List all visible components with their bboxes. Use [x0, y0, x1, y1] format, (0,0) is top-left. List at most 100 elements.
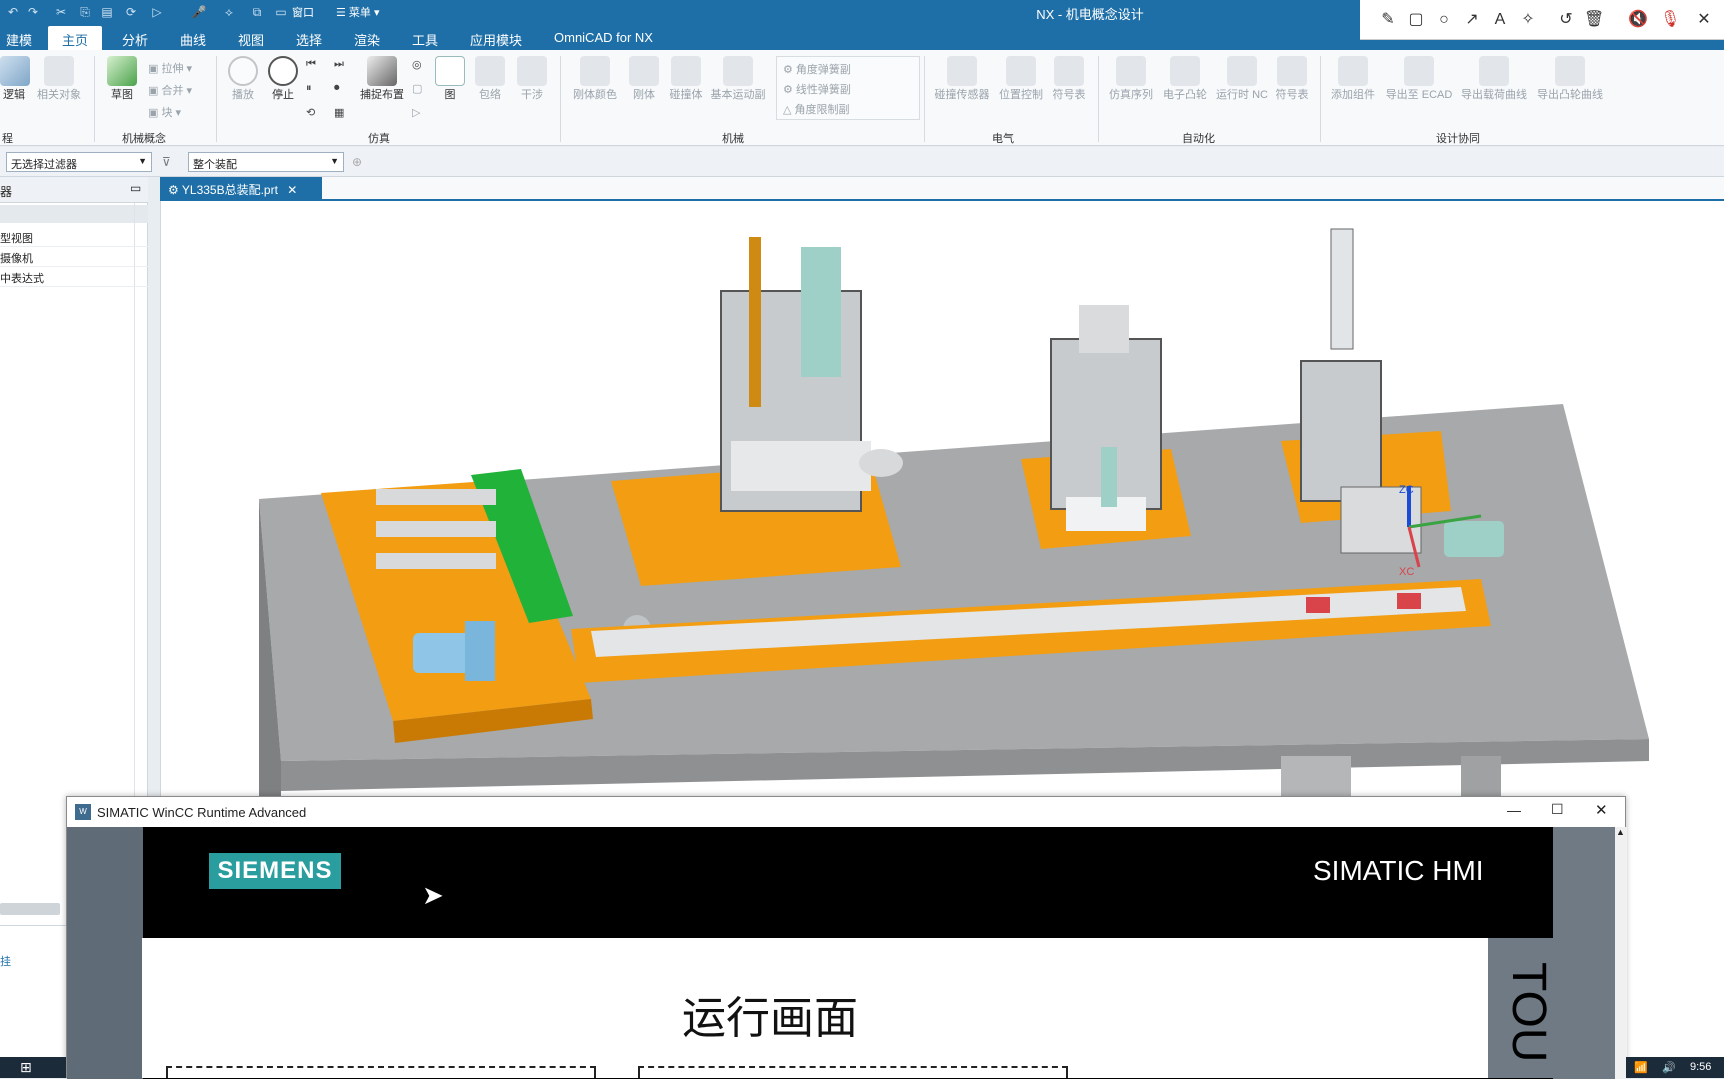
graph-button[interactable]: 图 — [432, 56, 468, 102]
stop-button[interactable]: 停止 — [266, 56, 300, 102]
layout-icon[interactable]: ▦ — [334, 106, 344, 119]
xc-label: XC — [1399, 566, 1414, 578]
rail — [376, 489, 496, 505]
record-icon[interactable]: ⏺ — [334, 82, 340, 95]
merge-button[interactable]: ▣ 合并 ▾ — [148, 82, 192, 98]
logic-label: 逻辑 — [3, 89, 25, 101]
position-control-button[interactable]: 位置控制 — [996, 56, 1046, 102]
logic-button[interactable]: 逻辑 — [0, 56, 30, 102]
step-forward-icon[interactable]: ⏭ — [334, 58, 344, 71]
selection-filter-dropdown[interactable]: 无选择过滤器 ▼ — [6, 152, 152, 172]
export-cam-curve-button[interactable]: 导出凸轮曲线 — [1534, 56, 1606, 102]
tab-curve[interactable]: 曲线 — [180, 30, 206, 49]
close-tab-icon[interactable]: ✕ — [287, 183, 297, 197]
tab-omnicad[interactable]: OmniCAD for NX — [554, 30, 653, 45]
column-divider — [134, 203, 135, 853]
minimize-icon[interactable]: — — [1507, 802, 1521, 818]
group-electrical-label: 电气 — [992, 133, 1014, 145]
play-button[interactable]: 播放 — [226, 56, 260, 102]
body-color-button[interactable]: 刚体颜色 — [570, 56, 620, 102]
workpiece — [859, 449, 903, 477]
linear-spring-button[interactable]: ⚙ 线性弹簧副 — [783, 81, 851, 97]
close-icon[interactable]: ✕ — [1694, 10, 1714, 30]
tab-home[interactable]: 主页 — [48, 26, 103, 50]
tab-analysis[interactable]: 分析 — [122, 30, 148, 49]
target-icon[interactable]: ◎ — [412, 58, 422, 71]
assembly-scope-value: 整个装配 — [193, 159, 237, 171]
task-view-icon[interactable]: ⊞ — [20, 1059, 32, 1076]
filter-icon[interactable]: ⊽ — [162, 155, 171, 169]
electronic-cam-button[interactable]: 电子凸轮 — [1160, 56, 1210, 102]
maximize-icon[interactable]: ☐ — [1551, 801, 1564, 818]
hmi-screen: 运行画面 TOU — [142, 938, 1556, 1078]
rectangle-icon[interactable]: ▢ — [1406, 10, 1426, 30]
tab-view[interactable]: 视图 — [238, 30, 264, 49]
network-icon[interactable]: 📶 — [1634, 1061, 1648, 1074]
symbol-table-button[interactable]: 符号表 — [1050, 56, 1088, 102]
add-component-label: 添加组件 — [1331, 89, 1375, 101]
related-objects-button[interactable]: 相关对象 — [34, 56, 84, 102]
rigid-body-button[interactable]: 刚体 — [626, 56, 662, 102]
text-icon[interactable]: A — [1490, 10, 1510, 30]
extrude-button[interactable]: ▣ 拉伸 ▾ — [148, 60, 192, 76]
snap-point-icon[interactable]: ⊕ — [352, 155, 362, 169]
details-link[interactable]: 挂 — [0, 953, 11, 969]
tab-render[interactable]: 渲染 — [354, 30, 380, 49]
limit-block — [1397, 593, 1421, 609]
merge-label: 合并 — [161, 85, 184, 97]
collision-body-button[interactable]: 碰撞体 — [666, 56, 706, 102]
runtime-nc-icon — [1227, 56, 1257, 86]
taskbar: ⊞ — [0, 1057, 66, 1078]
export-ecad-button[interactable]: 导出至 ECAD — [1384, 56, 1454, 102]
volume-icon[interactable]: 🔊 — [1662, 1061, 1676, 1074]
pen-icon[interactable]: ✎ — [1378, 10, 1398, 30]
tab-tools[interactable]: 工具 — [412, 30, 438, 49]
rewind-icon[interactable]: ⏮ — [306, 58, 316, 71]
circle-icon[interactable]: ○ — [1434, 10, 1454, 30]
tree-item[interactable]: 摄像机 — [0, 247, 148, 267]
clock[interactable]: 9:56 — [1690, 1061, 1711, 1073]
interference-button[interactable]: 干涉 — [514, 56, 550, 102]
speaker-mute-icon[interactable]: 🔇 — [1628, 10, 1648, 30]
tab-application[interactable]: 应用模块 — [470, 30, 522, 49]
block-button[interactable]: ▣ 块 ▾ — [148, 104, 181, 120]
angle-limit-button[interactable]: △ 角度限制副 — [783, 101, 850, 117]
mic-mute-icon[interactable]: 🎙 — [1660, 10, 1680, 30]
basic-motion-button[interactable]: 基本运动副 — [708, 56, 768, 102]
arrow-icon[interactable]: ↗ — [1462, 10, 1482, 30]
tab-modeling[interactable]: 建模 — [6, 30, 32, 49]
vertical-scrollbar[interactable]: ▲ — [1615, 827, 1627, 1079]
tree-item[interactable]: 中表达式 — [0, 267, 148, 287]
scroll-up-icon[interactable]: ▲ — [1616, 827, 1625, 837]
maximize-panel-icon[interactable]: ▭ — [130, 181, 141, 195]
group-mechanical-label: 机械 — [722, 133, 744, 145]
collision-sensor-button[interactable]: 碰撞传感器 — [932, 56, 992, 102]
envelope-button[interactable]: 包络 — [472, 56, 508, 102]
tree-item[interactable]: 型视图 — [0, 227, 148, 247]
assembly-scope-dropdown[interactable]: 整个装配 ▼ — [188, 152, 344, 172]
dropdown-arrow-icon: ▼ — [138, 156, 147, 166]
snapshot-icon[interactable]: ⟲ — [306, 106, 315, 119]
annotation-toolbar: ✎ ▢ ○ ↗ A ✧ ↺ 🗑 🔇 🎙 ✕ — [1360, 0, 1724, 40]
separator — [1098, 56, 1099, 142]
tab-select[interactable]: 选择 — [296, 30, 322, 49]
square-icon[interactable]: ▢ — [412, 82, 422, 95]
pause-icon[interactable]: ⏸ — [306, 82, 312, 95]
sim-sequence-button[interactable]: 仿真序列 — [1106, 56, 1156, 102]
trash-icon[interactable]: 🗑 — [1584, 10, 1604, 30]
tab-document[interactable]: ⚙ YL335B总装配.prt ✕ — [160, 177, 322, 199]
undo-annotation-icon[interactable]: ↺ — [1556, 10, 1576, 30]
hmi-product-label: SIMATIC HMI — [1313, 855, 1484, 886]
runtime-nc-button[interactable]: 运行时 NC — [1214, 56, 1270, 102]
body-color-label: 刚体颜色 — [573, 89, 617, 101]
export-load-curve-button[interactable]: 导出载荷曲线 — [1458, 56, 1530, 102]
add-component-button[interactable]: 添加组件 — [1328, 56, 1378, 102]
circle-play-icon[interactable]: ▷ — [412, 106, 420, 119]
sketch-button[interactable]: 草图 — [102, 56, 142, 102]
magic-wand-icon[interactable]: ✧ — [1518, 10, 1538, 30]
horizontal-scrollbar[interactable] — [0, 903, 60, 915]
angle-spring-button[interactable]: ⚙ 角度弹簧副 — [783, 61, 851, 77]
capture-layout-button[interactable]: 捕捉布置 — [356, 56, 408, 102]
symbol-table-2-button[interactable]: 符号表 — [1272, 56, 1312, 102]
close-icon[interactable]: ✕ — [1595, 801, 1608, 819]
